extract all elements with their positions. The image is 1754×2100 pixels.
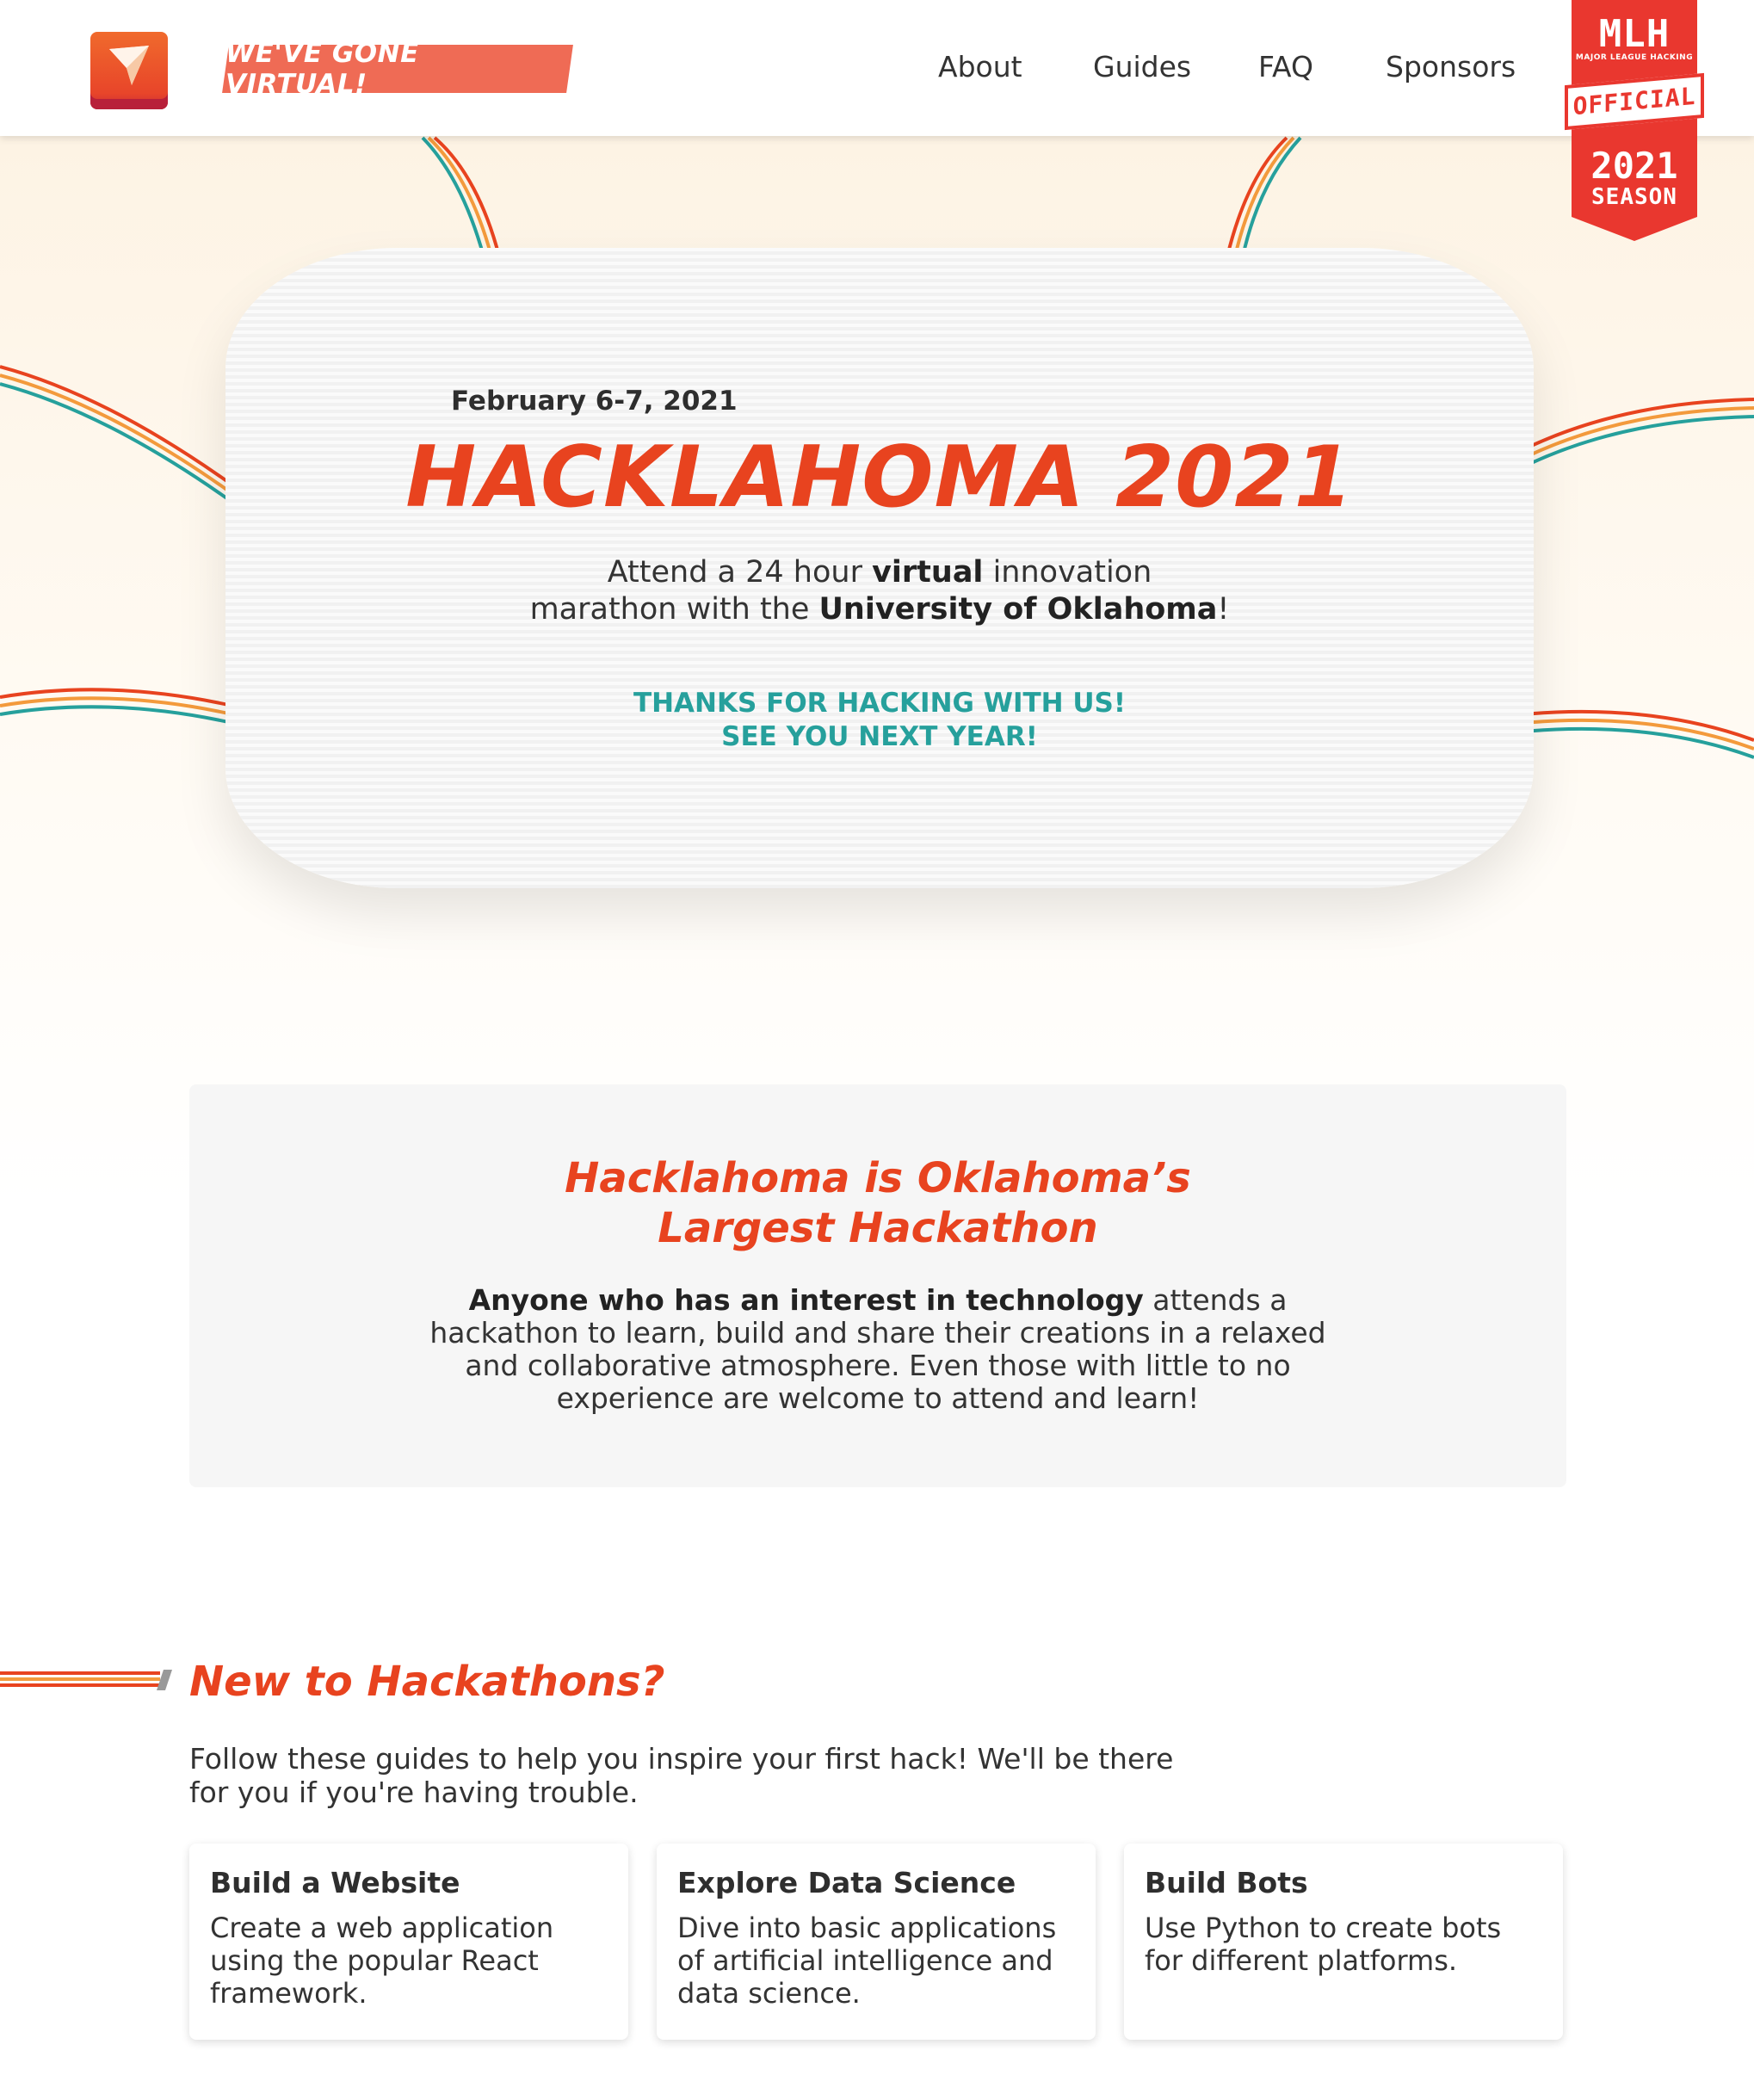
desc-bold-virtual: virtual [872,555,984,590]
guides-intro: Follow these guides to help you inspire … [189,1742,1174,1809]
desc-bold-university: University of Oklahoma [818,592,1218,627]
nav-link-faq[interactable]: FAQ [1258,50,1313,83]
about-title: Hacklahoma is Oklahoma’s Largest Hackath… [189,1153,1566,1253]
desc-text: Attend a 24 hour [607,555,873,590]
guide-card-bots[interactable]: Build Bots Use Python to create bots for… [1124,1844,1563,2040]
top-nav: WE'VE GONE VIRTUAL! About Guides FAQ Spo… [0,0,1754,136]
section-stripes [0,1670,172,1690]
desc-text: ! [1217,592,1230,627]
guide-card-title: Explore Data Science [677,1866,1016,1899]
mlh-logo-text: MLH [1598,12,1671,56]
nav-link-about[interactable]: About [938,50,1022,83]
guide-card-text: Dive into basic applications of artifici… [677,1912,1057,2010]
nav-link-sponsors[interactable]: Sponsors [1386,50,1516,83]
desc-text: innovation [983,555,1152,590]
guide-card-website[interactable]: Build a Website Create a web application… [189,1844,628,2040]
event-date: February 6-7, 2021 [451,386,738,417]
guide-card-text: Use Python to create bots for different … [1145,1912,1502,1977]
mlh-season: SEASON [1591,184,1677,210]
guide-card-title: Build a Website [210,1866,460,1899]
thanks-line: SEE YOU NEXT YEAR! [721,721,1038,752]
hacklahoma-logo[interactable] [90,32,168,109]
virtual-badge-label: WE'VE GONE VIRTUAL! [225,38,419,100]
guides-title: New to Hackathons? [189,1658,665,1706]
event-title: HACKLAHOMA 2021 [405,429,1354,527]
nav-link-guides[interactable]: Guides [1093,50,1191,83]
guide-card-data-science[interactable]: Explore Data Science Dive into basic app… [657,1844,1096,2040]
desc-text: marathon with the [529,592,819,627]
thanks-line: THANKS FOR HACKING WITH US! [633,688,1127,719]
virtual-badge: WE'VE GONE VIRTUAL! [222,38,573,100]
about-title-line: Hacklahoma is Oklahoma’s [565,1154,1191,1202]
mlh-trust-badge[interactable]: MLH MAJOR LEAGUE HACKING OFFICIAL 2021 S… [1565,0,1704,243]
about-body-bold: Anyone who has an interest in technology [468,1283,1144,1317]
hero-card: February 6-7, 2021 HACKLAHOMA 2021 Atten… [225,248,1534,888]
guide-card-text: Create a web application using the popul… [210,1912,554,2010]
mlh-year: 2021 [1590,145,1678,187]
mlh-subtitle: MAJOR LEAGUE HACKING [1575,53,1694,62]
event-description: Attend a 24 hour virtual innovation mara… [225,554,1534,628]
about-section: Hacklahoma is Oklahoma’s Largest Hackath… [189,1084,1566,1487]
guide-card-title: Build Bots [1145,1866,1308,1899]
thanks-message: THANKS FOR HACKING WITH US! SEE YOU NEXT… [225,687,1534,754]
paper-plane-icon [109,46,149,85]
about-title-line: Largest Hackathon [658,1204,1098,1252]
about-body: Anyone who has an interest in technology… [422,1284,1334,1415]
mlh-official-label: OFFICIAL [1572,81,1696,121]
